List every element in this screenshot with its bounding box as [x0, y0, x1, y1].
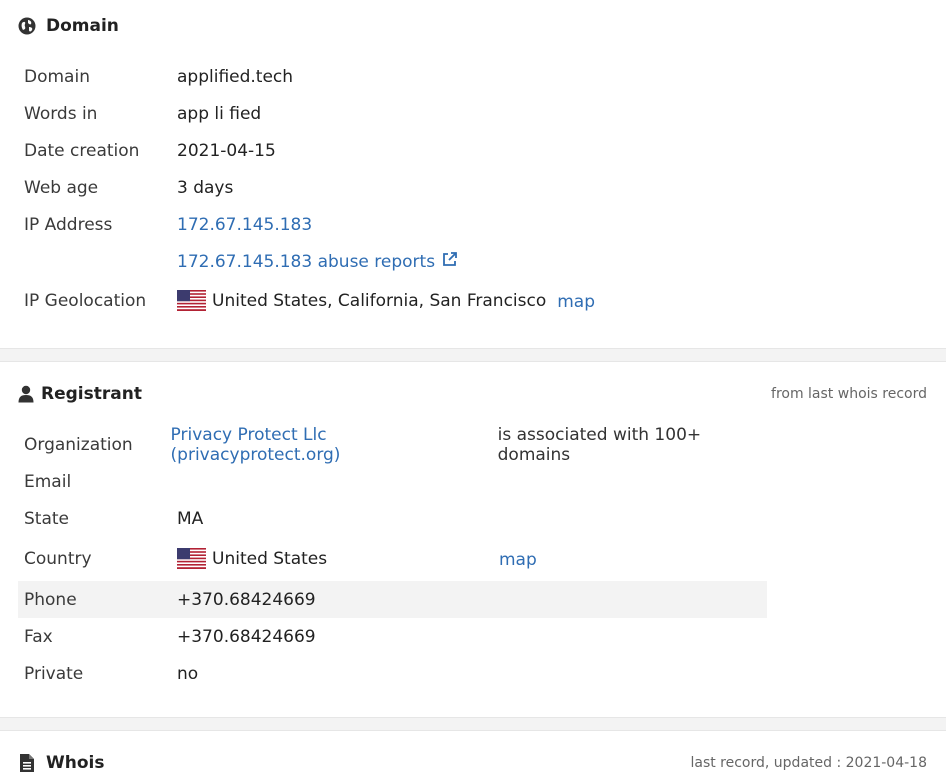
document-icon: [18, 753, 36, 773]
row-abuse-reports: 172.67.145.183 abuse reports: [18, 243, 767, 280]
value-private: no: [177, 663, 199, 684]
value-domain: applified.tech: [177, 66, 294, 87]
row-words-in: Words in app li fied: [18, 95, 767, 132]
value-words-in: app li fied: [177, 103, 262, 124]
row-web-age: Web age 3 days: [18, 169, 767, 206]
geolocation-map-link[interactable]: map: [557, 292, 595, 312]
value-fax: +370.68424669: [177, 626, 316, 647]
label-words-in: Words in: [24, 103, 98, 124]
value-date-creation: 2021-04-15: [177, 140, 276, 161]
row-state: State MA: [18, 500, 767, 537]
organization-association: is associated with 100+ domains: [497, 424, 702, 465]
label-state: State: [24, 508, 69, 529]
label-ip-address: IP Address: [24, 214, 113, 235]
registrant-section-title: Registrant: [41, 384, 142, 404]
row-country: Country United States map: [18, 540, 767, 577]
label-private: Private: [24, 663, 84, 684]
label-date-creation: Date creation: [24, 140, 140, 161]
value-web-age: 3 days: [177, 177, 234, 198]
external-link-icon[interactable]: [441, 251, 458, 273]
section-divider: [0, 348, 946, 362]
registrant-section-header: Registrant: [18, 384, 142, 404]
row-fax: Fax +370.68424669: [18, 618, 767, 655]
label-email: Email: [24, 471, 72, 492]
value-phone: +370.68424669: [177, 589, 316, 610]
ip-address-link[interactable]: 172.67.145.183: [177, 215, 312, 235]
row-email: Email: [18, 463, 767, 500]
row-phone: Phone +370.68424669: [18, 581, 767, 618]
label-ip-geolocation: IP Geolocation: [24, 290, 147, 311]
organization-link[interactable]: Privacy Protect Llc (privacyprotect.org): [171, 425, 488, 465]
registrant-section: Registrant from last whois record Organi…: [0, 362, 946, 717]
whois-section-header: Whois: [18, 753, 104, 773]
row-private: Private no: [18, 655, 767, 692]
us-flag-icon: [177, 548, 212, 569]
domain-section-header: Domain: [18, 16, 119, 36]
row-domain: Domain applified.tech: [18, 58, 767, 95]
us-flag-icon: [177, 290, 212, 311]
whois-meta: last record, updated : 2021-04-18: [690, 755, 927, 771]
label-web-age: Web age: [24, 177, 99, 198]
row-date-creation: Date creation 2021-04-15: [18, 132, 767, 169]
domain-section: Domain Domain applified.tech Words in ap…: [0, 0, 946, 348]
value-state: MA: [177, 508, 204, 529]
value-ip-geolocation: United States, California, San Francisco: [212, 290, 547, 311]
whois-section: Whois last record, updated : 2021-04-18: [0, 731, 946, 782]
row-ip-address: IP Address 172.67.145.183: [18, 206, 767, 243]
row-organization: Organization Privacy Protect Llc (privac…: [18, 424, 767, 465]
whois-section-title: Whois: [46, 753, 105, 773]
label-fax: Fax: [24, 626, 53, 647]
abuse-reports-link[interactable]: 172.67.145.183 abuse reports: [177, 252, 435, 272]
country-map-link[interactable]: map: [499, 550, 537, 570]
registrant-meta: from last whois record: [771, 386, 927, 402]
domain-section-title: Domain: [46, 16, 119, 36]
section-divider: [0, 717, 946, 731]
label-country: Country: [24, 548, 92, 569]
label-phone: Phone: [24, 589, 77, 610]
label-organization: Organization: [24, 434, 133, 455]
globe-icon: [18, 17, 36, 35]
value-country: United States: [212, 548, 328, 569]
row-ip-geolocation: IP Geolocation United States, California…: [18, 282, 767, 319]
user-icon: [18, 385, 34, 403]
label-domain: Domain: [24, 66, 90, 87]
